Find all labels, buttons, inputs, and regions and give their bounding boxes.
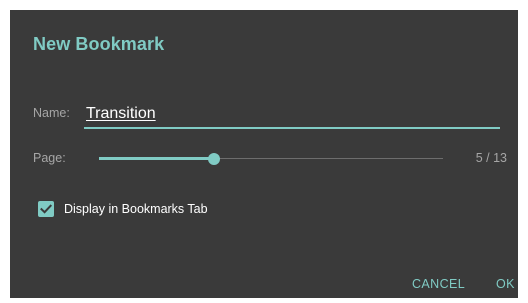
page-value: 5 / 13 bbox=[475, 151, 507, 165]
dialog-title: New Bookmark bbox=[33, 34, 165, 54]
name-field-row: Name: bbox=[33, 102, 501, 129]
name-input[interactable] bbox=[84, 102, 501, 126]
cancel-button[interactable]: CANCEL bbox=[408, 273, 469, 295]
name-label: Name: bbox=[33, 106, 70, 120]
page-slider[interactable] bbox=[99, 150, 443, 168]
ok-button[interactable]: OK bbox=[492, 273, 519, 295]
new-bookmark-dialog: New Bookmark Name: Page: 5 / 13 Display … bbox=[10, 10, 518, 298]
slider-thumb[interactable] bbox=[207, 153, 220, 165]
slider-fill bbox=[99, 157, 214, 160]
display-in-bookmarks-tab-checkbox[interactable] bbox=[38, 201, 54, 217]
page-label: Page: bbox=[33, 151, 66, 165]
page-row: Page: 5 / 13 bbox=[33, 150, 507, 168]
check-icon bbox=[40, 204, 53, 214]
name-input-underline bbox=[84, 127, 500, 129]
checkbox-label: Display in Bookmarks Tab bbox=[64, 202, 208, 216]
